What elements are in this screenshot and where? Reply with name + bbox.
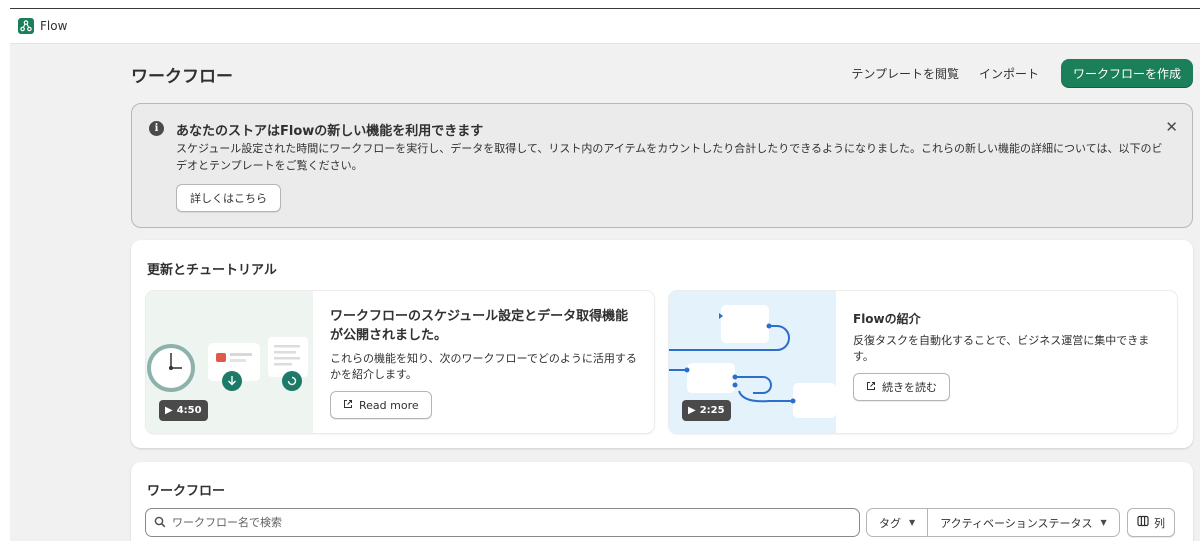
video-thumbnail-scheduling[interactable]: ▶ 4:50 (146, 291, 313, 433)
caret-down-icon: ▼ (909, 518, 916, 527)
close-icon[interactable]: ✕ (1165, 118, 1178, 136)
columns-icon (1137, 515, 1149, 530)
search-icon (154, 513, 166, 532)
play-icon: ▶ (165, 405, 173, 416)
video-thumbnail-intro[interactable]: ▶ 2:25 (669, 291, 836, 433)
external-link-icon (343, 399, 353, 412)
app-name: Flow (40, 19, 68, 33)
video-duration-badge: ▶ 2:25 (682, 400, 731, 421)
flow-app-icon[interactable] (18, 18, 34, 34)
page-title: ワークフロー (131, 67, 233, 87)
info-icon: i (149, 121, 164, 136)
left-strip (0, 8, 10, 541)
search-box[interactable] (145, 508, 860, 537)
import-button[interactable]: インポート (969, 59, 1049, 88)
columns-button[interactable]: 列 (1127, 508, 1175, 537)
tutorial-tile-intro: ▶ 2:25 Flowの紹介 反復タスクを自動化することで、ビジネス運営に集中で… (669, 291, 1177, 433)
header-actions: テンプレートを閲覧 インポート ワークフローを作成 (841, 59, 1193, 88)
external-link-icon (866, 381, 876, 394)
workflows-card: ワークフロー タグ ▼ アクティベーションステータス ▼ 列 (131, 462, 1193, 541)
tile-title: Flowの紹介 (853, 312, 921, 326)
tile-body: ワークフローのスケジュール設定とデータ取得機能が公開されました。 これらの機能を… (330, 307, 640, 419)
tile-description: 反復タスクを自動化することで、ビジネス運営に集中できます。 (853, 334, 1150, 363)
continue-reading-button[interactable]: 続きを読む (853, 373, 950, 401)
create-workflow-button[interactable]: ワークフローを作成 (1060, 59, 1193, 88)
tutorial-tile-scheduling: ▶ 4:50 ワークフローのスケジュール設定とデータ取得機能が公開されました。 … (146, 291, 654, 433)
tag-filter[interactable]: タグ ▼ (867, 509, 927, 536)
top-edge (0, 0, 1200, 8)
tile-description: これらの機能を知り、次のワークフローでどのように活用するかを紹介します。 (330, 352, 637, 381)
app-bar: Flow (10, 8, 1200, 44)
filter-group: タグ ▼ アクティベーションステータス ▼ (866, 508, 1120, 537)
play-icon: ▶ (688, 405, 696, 416)
caret-down-icon: ▼ (1100, 518, 1107, 527)
video-duration-badge: ▶ 4:50 (159, 400, 208, 421)
tile-title: ワークフローのスケジュール設定とデータ取得機能が公開されました。 (330, 309, 629, 343)
banner-title: あなたのストアはFlowの新しい機能を利用できます (176, 124, 484, 139)
read-more-button[interactable]: Read more (330, 391, 432, 419)
search-input[interactable] (172, 516, 822, 529)
workflows-title: ワークフロー (147, 484, 226, 499)
tile-body: Flowの紹介 反復タスクを自動化することで、ビジネス運営に集中できます。 続き… (853, 310, 1168, 401)
banner-body: スケジュール設定された時間にワークフローを実行し、データを取得して、リスト内のア… (176, 142, 1163, 172)
feature-banner: i あなたのストアはFlowの新しい機能を利用できます スケジュール設定された時… (131, 103, 1193, 228)
updates-card: 更新とチュートリアル ▶ 4:50 ワークフローのスケジュール設定とデータ取得機… (131, 240, 1193, 448)
updates-title: 更新とチュートリアル (147, 263, 277, 278)
activation-status-filter[interactable]: アクティベーションステータス ▼ (927, 509, 1119, 536)
learn-more-button[interactable]: 詳しくはこちら (176, 184, 281, 212)
browse-templates-button[interactable]: テンプレートを閲覧 (841, 59, 969, 88)
